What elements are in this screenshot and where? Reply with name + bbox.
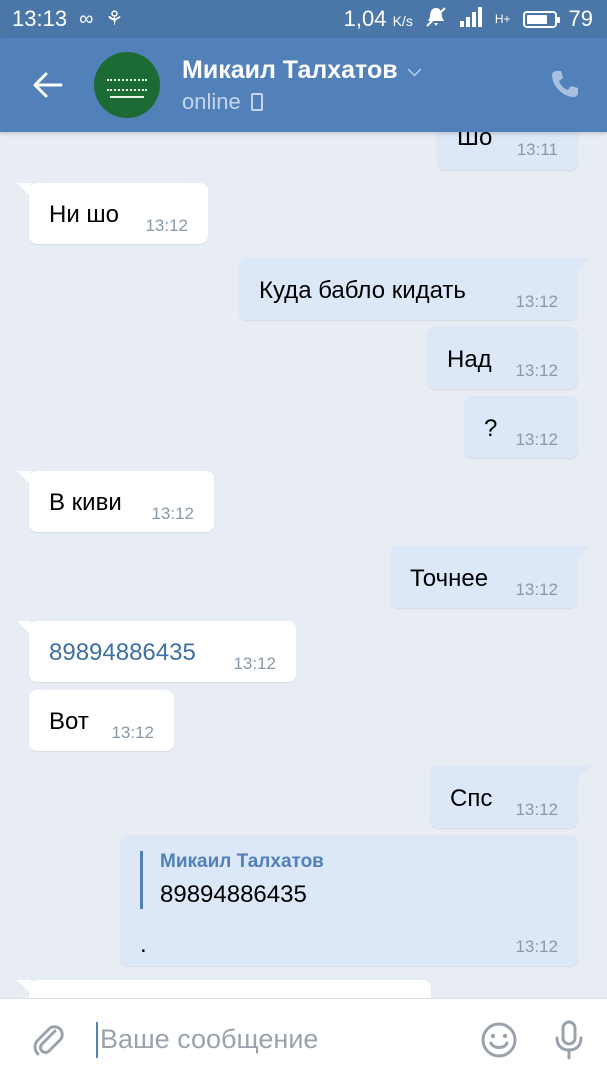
call-button[interactable] <box>545 64 585 104</box>
message-text: Ни шо <box>49 201 120 228</box>
voice-button[interactable] <box>531 999 607 1080</box>
message-bubble-in[interactable]: Вот 13:12 <box>29 690 174 751</box>
status-time: 13:13 <box>12 6 68 31</box>
composer-bar <box>0 998 607 1080</box>
smile-icon <box>481 1022 517 1057</box>
message-list[interactable]: Шо 13:11 Ни шо 13:12 Куда бабло кидать 1… <box>0 132 607 998</box>
avatar-flag-sword <box>110 96 144 98</box>
message-bubble-out[interactable]: Над 13:12 <box>427 327 578 389</box>
vk-notification-icon: ⚘ <box>105 8 124 30</box>
message-text: ? <box>484 415 498 442</box>
message-text: В киви <box>49 489 122 516</box>
network-speed: 1,04 K/s <box>343 6 413 31</box>
battery-level: 79 <box>568 6 593 31</box>
message-bubble-out[interactable]: ? 13:12 <box>464 396 578 458</box>
message-bubble-out[interactable]: Точнее 13:12 <box>390 546 590 608</box>
contact-info[interactable]: Микаил Талхатов ⌵ online <box>182 56 421 115</box>
quote-author: Микаил Талхатов <box>160 851 324 872</box>
message-text: Точнее <box>410 565 489 592</box>
message-bubble-in[interactable]: 89894886435 13:12 <box>17 621 296 682</box>
message-bubble-in[interactable]: В киви 13:12 <box>17 471 214 532</box>
message-time: 13:12 <box>515 580 558 599</box>
network-type: H+ <box>494 12 511 26</box>
message-time: 13:12 <box>515 430 558 449</box>
message-time: 13:11 <box>516 140 558 159</box>
message-bubble-out[interactable]: Куда бабло кидать 13:12 <box>239 258 590 320</box>
chevron-down-icon: ⌵ <box>407 59 422 80</box>
message-time: 13:12 <box>151 504 194 523</box>
back-button[interactable] <box>0 38 96 132</box>
attach-button[interactable] <box>0 999 96 1080</box>
message-bubble-in-partial[interactable] <box>17 980 431 998</box>
bell-muted-icon <box>425 6 447 32</box>
message-text: . <box>140 931 147 958</box>
message-text: Над <box>447 346 492 373</box>
message-text: Спс <box>450 785 493 812</box>
emoji-button[interactable] <box>467 999 531 1080</box>
message-input[interactable] <box>96 1021 467 1058</box>
message-time: 13:12 <box>111 723 154 742</box>
quote-bar <box>140 851 143 909</box>
chat-header: Микаил Талхатов ⌵ online <box>0 38 607 132</box>
message-time: 13:12 <box>233 654 276 673</box>
message-time: 13:12 <box>145 216 188 235</box>
phone-icon <box>552 71 578 97</box>
paperclip-icon <box>33 1024 64 1055</box>
signal-icon <box>459 7 483 31</box>
mobile-device-icon <box>250 92 263 111</box>
arrow-left-icon <box>33 72 63 98</box>
message-bubble-reply[interactable]: Микаил Талхатов 89894886435 . 13:12 <box>120 835 578 966</box>
contact-status: online <box>182 88 241 114</box>
infinity-icon: ∞ <box>79 8 94 30</box>
message-text: Шо <box>457 132 493 151</box>
contact-name: Микаил Талхатов <box>182 55 398 84</box>
message-bubble-out[interactable]: Спс 13:12 <box>430 766 590 828</box>
message-bubble-in[interactable]: Ни шо 13:12 <box>17 183 208 244</box>
message-text: Вот <box>49 708 89 735</box>
message-time: 13:12 <box>515 292 558 311</box>
message-time: 13:12 <box>515 800 558 819</box>
status-bar: 13:13 ∞ ⚘ 1,04 K/s H+ 79 <box>0 0 607 38</box>
phone-number-link[interactable]: 89894886435 <box>49 639 196 667</box>
microphone-icon <box>555 1020 583 1059</box>
message-time: 13:12 <box>515 361 558 380</box>
message-text: Куда бабло кидать <box>259 277 466 304</box>
message-time: 13:12 <box>515 937 558 956</box>
battery-icon <box>522 10 560 28</box>
contact-avatar[interactable] <box>94 52 160 118</box>
avatar-flag-script <box>107 79 147 91</box>
message-bubble-out[interactable]: Шо 13:11 <box>437 132 578 170</box>
quote-text: 89894886435 <box>160 881 307 908</box>
